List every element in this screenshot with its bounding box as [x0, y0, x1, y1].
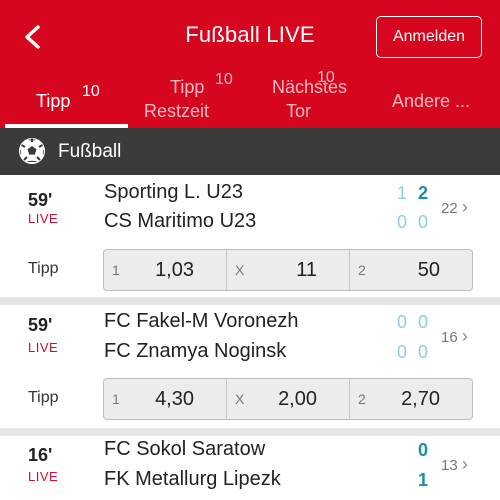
away-score-b: 0: [418, 212, 429, 232]
away-score-a: 0: [397, 342, 408, 362]
odd-away-button[interactable]: 2 2,70: [350, 379, 472, 419]
odd-key: 1: [112, 391, 120, 407]
tab-count-badge: 10: [82, 83, 100, 100]
tab-label-line1: Nächstes: [272, 77, 348, 97]
more-markets-count: 22: [441, 200, 458, 217]
home-score-a: 1: [397, 183, 408, 203]
more-markets-count: 13: [441, 457, 458, 474]
away-score: 1: [418, 470, 429, 490]
odd-value: 11: [296, 259, 317, 281]
home-score-b: 2: [418, 183, 429, 203]
home-team-name: FC Fakel-M Voronezh: [104, 310, 299, 332]
home-score-a: 0: [397, 312, 408, 332]
live-badge: LIVE: [28, 469, 59, 484]
odd-key: X: [235, 262, 245, 278]
odd-home-button[interactable]: 1 1,03: [104, 250, 227, 290]
match-minute: 59': [28, 315, 53, 335]
section-header-fussball: Fußball: [0, 128, 500, 175]
tab-count-badge: 10: [215, 71, 233, 88]
tab-count-badge: 10: [317, 69, 335, 86]
top-bar: Fußball LIVE Anmelden: [0, 0, 500, 74]
tipp-label: Tipp: [28, 260, 59, 277]
odd-key: 2: [358, 262, 366, 278]
tipp-label: Tipp: [28, 389, 59, 406]
odd-value: 50: [417, 259, 440, 281]
odd-value: 2,00: [278, 388, 317, 410]
odds-row: 1 4,30 X 2,00 2 2,70: [103, 378, 473, 420]
tab-naechstes-tor[interactable]: Nächstes 10 Tor: [262, 69, 372, 128]
odd-draw-button[interactable]: X 2,00: [227, 379, 350, 419]
home-score: 0: [418, 440, 429, 460]
login-button[interactable]: Anmelden: [376, 16, 482, 58]
tab-label-line2: Restzeit: [144, 101, 210, 121]
odd-key: 1: [112, 262, 120, 278]
match-divider: [0, 297, 500, 305]
tab-tipp-restzeit[interactable]: Tipp 10 Restzeit: [135, 71, 245, 128]
chevron-right-icon: ›: [461, 197, 468, 217]
odd-key: 2: [358, 391, 366, 407]
app-root: Fußball LIVE Anmelden Tipp 10 Tipp 10 Re…: [0, 0, 500, 500]
match-card[interactable]: 16' LIVE FC Sokol Saratow FK Metallurg L…: [0, 436, 500, 500]
section-title: Fußball: [58, 141, 122, 162]
match-minute: 16': [28, 445, 53, 465]
odd-value: 2,70: [401, 388, 440, 410]
chevron-right-icon: ›: [461, 326, 468, 346]
live-badge: LIVE: [28, 211, 59, 226]
more-markets-link[interactable]: 22 ›: [441, 197, 468, 218]
odds-row: 1 1,03 X 11 2 50: [103, 249, 473, 291]
tab-label-line1: Tipp: [170, 77, 205, 97]
odd-away-button[interactable]: 2 50: [350, 250, 472, 290]
more-markets-link[interactable]: 16 ›: [441, 326, 468, 347]
tab-tipp[interactable]: Tipp 10: [5, 74, 128, 128]
odd-draw-button[interactable]: X 11: [227, 250, 350, 290]
tab-andere[interactable]: Andere ...: [380, 74, 495, 128]
tab-label-line2: Tor: [286, 101, 312, 121]
away-team-name: FC Znamya Noginsk: [104, 340, 287, 362]
tab-bar: Tipp 10 Tipp 10 Restzeit Nächstes 10 Tor…: [0, 69, 500, 128]
more-markets-count: 16: [441, 329, 458, 346]
odd-home-button[interactable]: 1 4,30: [104, 379, 227, 419]
home-score-b: 0: [418, 312, 429, 332]
match-card[interactable]: 59' LIVE Sporting L. U23 CS Maritimo U23…: [0, 175, 500, 295]
odd-value: 1,03: [155, 259, 194, 281]
tab-label: Andere ...: [392, 91, 471, 111]
match-minute: 59': [28, 190, 53, 210]
home-team-name: Sporting L. U23: [104, 181, 243, 203]
soccer-ball-icon: [19, 138, 45, 164]
match-card[interactable]: 59' LIVE FC Fakel-M Voronezh FC Znamya N…: [0, 305, 500, 425]
away-team-name: CS Maritimo U23: [104, 210, 257, 232]
home-team-name: FC Sokol Saratow: [104, 438, 266, 460]
chevron-right-icon: ›: [461, 454, 468, 474]
away-score-b: 0: [418, 342, 429, 362]
live-badge: LIVE: [28, 340, 59, 355]
odd-value: 4,30: [155, 388, 194, 410]
away-score-a: 0: [397, 212, 408, 232]
odd-key: X: [235, 391, 245, 407]
match-divider: [0, 428, 500, 436]
away-team-name: FK Metallurg Lipezk: [104, 468, 281, 490]
tab-label: Tipp: [36, 91, 71, 111]
more-markets-link[interactable]: 13 ›: [441, 454, 468, 475]
